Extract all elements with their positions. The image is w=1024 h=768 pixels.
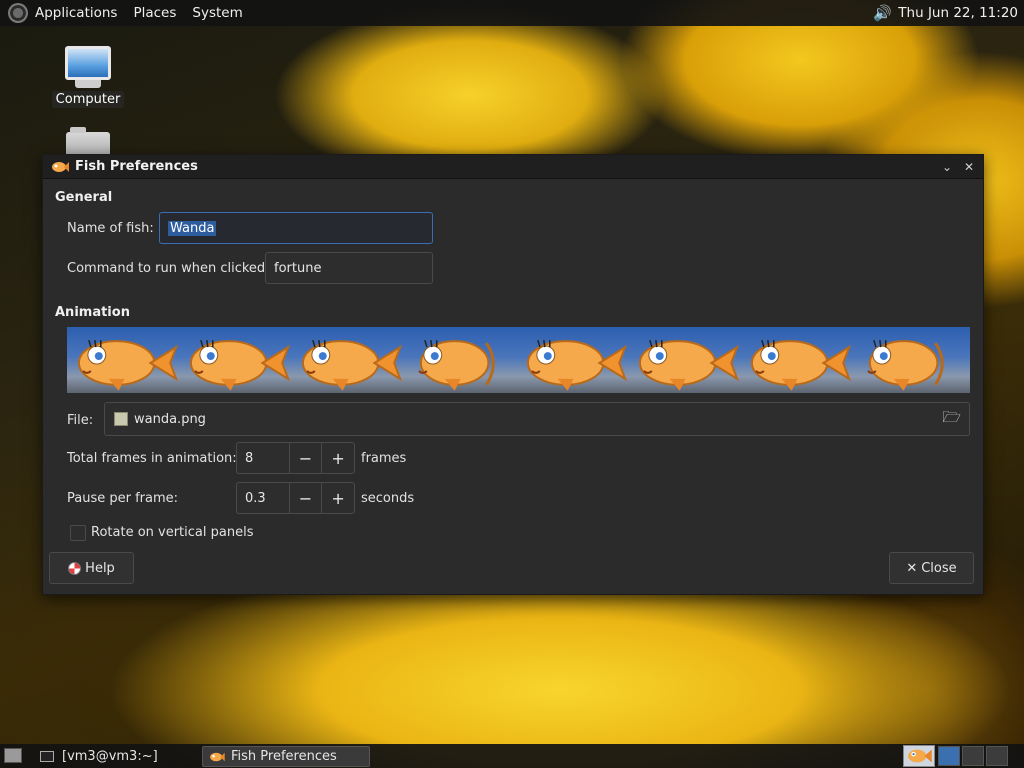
pause-spinner[interactable]: 0.3 − +: [236, 482, 355, 514]
fish-frame: [526, 339, 627, 391]
task-fish-preferences[interactable]: Fish Preferences: [202, 746, 370, 767]
section-general: General: [55, 190, 113, 205]
clock[interactable]: Thu Jun 22, 11:20: [898, 5, 1018, 21]
fish-frame: [750, 339, 851, 391]
desktop-icon-label: Computer: [51, 91, 125, 108]
fish-icon: [52, 161, 69, 172]
task-terminal[interactable]: [vm3@vm3:~]: [34, 746, 199, 767]
fish-frame: [190, 339, 291, 391]
frames-increment-button[interactable]: +: [321, 443, 354, 473]
command-field[interactable]: fortune: [265, 252, 433, 284]
frames-decrement-button[interactable]: −: [288, 443, 322, 473]
terminal-icon: [40, 751, 54, 762]
pause-label: Pause per frame:: [67, 491, 179, 506]
titlebar[interactable]: Fish Preferences ⌄ ✕: [43, 155, 983, 179]
menu-system[interactable]: System: [192, 5, 242, 21]
desktop-icon-computer[interactable]: Computer: [48, 46, 128, 108]
fish-frame: [302, 339, 403, 391]
fish-icon: [210, 752, 225, 761]
minimize-button[interactable]: ⌄: [937, 157, 957, 177]
file-name: wanda.png: [134, 411, 206, 427]
file-label: File:: [67, 413, 94, 428]
task-label: Fish Preferences: [231, 749, 337, 764]
computer-icon: [65, 46, 111, 80]
fish-name-field[interactable]: Wanda: [159, 212, 433, 244]
top-panel: Applications Places System 🔊 Thu Jun 22,…: [0, 0, 1024, 26]
workspace-3[interactable]: [986, 746, 1008, 766]
command-label: Command to run when clicked:: [67, 261, 270, 276]
pause-value[interactable]: 0.3: [237, 483, 289, 513]
pause-decrement-button[interactable]: −: [288, 483, 322, 513]
frames-unit: frames: [361, 451, 407, 466]
fish-frame: [418, 339, 496, 391]
close-label: Close: [921, 560, 957, 576]
rotate-checkbox[interactable]: [70, 525, 86, 541]
help-label: Help: [85, 560, 115, 576]
fish-frame: [77, 339, 179, 391]
rotate-label[interactable]: Rotate on vertical panels: [91, 525, 253, 540]
open-file-icon[interactable]: 🗁: [942, 407, 961, 432]
bottom-panel: [vm3@vm3:~] Fish Preferences: [0, 744, 1024, 768]
frames-label: Total frames in animation:: [67, 451, 237, 466]
volume-icon[interactable]: 🔊: [872, 3, 892, 23]
workspace-1[interactable]: [938, 746, 960, 766]
fish-name-value: Wanda: [168, 220, 217, 236]
image-file-icon: [114, 412, 128, 426]
help-icon: [68, 561, 82, 575]
frames-spinner[interactable]: 8 − +: [236, 442, 355, 474]
section-animation: Animation: [55, 305, 130, 320]
monitor-stand: [75, 80, 101, 88]
panel-tray: 🔊 Thu Jun 22, 11:20: [872, 3, 1018, 23]
close-window-button[interactable]: ✕: [959, 157, 979, 177]
fish-preferences-dialog: Fish Preferences ⌄ ✕ General Name of fis…: [42, 154, 984, 595]
close-icon: ✕: [906, 560, 918, 576]
name-label: Name of fish:: [67, 221, 154, 236]
pause-unit: seconds: [361, 491, 415, 506]
menu-applications[interactable]: Applications: [35, 5, 117, 21]
task-label: [vm3@vm3:~]: [62, 749, 158, 764]
workspace-2[interactable]: [962, 746, 984, 766]
fish-applet-icon[interactable]: [903, 745, 935, 767]
help-button[interactable]: Help: [49, 552, 134, 584]
show-desktop-icon[interactable]: [4, 748, 22, 763]
dialog-title: Fish Preferences: [75, 159, 198, 174]
fish-frame: [867, 339, 944, 391]
close-button[interactable]: ✕ Close: [889, 552, 974, 584]
pause-increment-button[interactable]: +: [321, 483, 354, 513]
fish-frame: [638, 339, 739, 391]
frames-value[interactable]: 8: [237, 443, 289, 473]
gnome-foot-icon[interactable]: [8, 3, 28, 23]
menu-places[interactable]: Places: [133, 5, 176, 21]
file-chooser-button[interactable]: wanda.png 🗁: [104, 402, 970, 436]
animation-preview: [67, 327, 970, 393]
command-value: fortune: [274, 260, 322, 276]
